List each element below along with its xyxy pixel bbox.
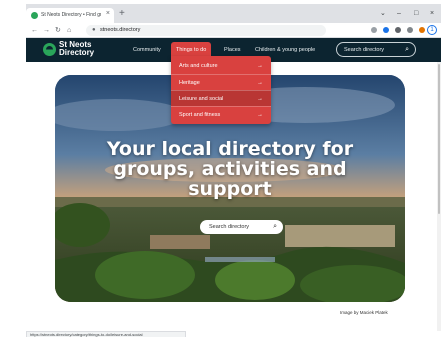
arrow-right-icon: → (257, 96, 263, 102)
tab-search-icon[interactable]: ⌄ (380, 10, 386, 18)
header-search-input[interactable]: Search directory ⌕ (336, 42, 416, 57)
share-icon[interactable] (371, 27, 377, 33)
hero-search-input[interactable]: Search directory ⌕ (200, 220, 283, 234)
page-scrollbar-thumb[interactable] (438, 64, 440, 214)
forward-button[interactable]: → (43, 26, 50, 35)
browser-status-bar: https://stneots.directory/category/thing… (26, 331, 186, 337)
dropdown-item-heritage[interactable]: Heritage → (171, 74, 271, 90)
logo-icon[interactable] (43, 43, 56, 56)
site-logo[interactable]: St Neots Directory (59, 41, 119, 57)
extension-icon[interactable] (383, 27, 389, 33)
url-text: stneots.directory (100, 27, 141, 33)
address-bar[interactable]: ● stneots.directory (86, 25, 326, 36)
things-to-do-dropdown: Arts and culture → Heritage → Leisure an… (171, 56, 271, 124)
dropdown-item-label: Heritage (179, 80, 200, 86)
browser-tab[interactable]: St Neots Directory • Find group… × (26, 8, 114, 23)
tab-close-icon[interactable]: × (106, 10, 110, 17)
dropdown-item-label: Sport and fitness (179, 112, 221, 118)
dropdown-item-arts-and-culture[interactable]: Arts and culture → (171, 58, 271, 74)
nav-children-young-people[interactable]: Children & young people (255, 46, 315, 54)
back-button[interactable]: ← (31, 26, 38, 35)
tab-title: St Neots Directory • Find group… (41, 12, 101, 18)
hero-heading-line-2: groups, activities and (113, 158, 347, 180)
hero-heading-line-3: support (188, 178, 272, 200)
nav-community[interactable]: Community (133, 46, 161, 54)
browser-tabstrip: St Neots Directory • Find group… × + ⌄ –… (26, 4, 441, 23)
account-icon[interactable] (419, 27, 425, 33)
site-favicon-icon (31, 12, 38, 19)
dropdown-item-label: Leisure and social (179, 96, 224, 102)
arrow-right-icon: → (257, 63, 263, 69)
browser-toolbar: ← → ↻ ⌂ ● stneots.directory 1 (26, 23, 441, 38)
bookmark-icon[interactable] (407, 27, 413, 33)
dropdown-item-leisure-and-social[interactable]: Leisure and social → (171, 90, 271, 106)
dropdown-item-label: Arts and culture (179, 63, 218, 69)
close-window-button[interactable]: × (430, 10, 434, 18)
arrow-right-icon: → (257, 112, 263, 118)
nav-things-to-do[interactable]: Things to do (171, 42, 212, 57)
reload-button[interactable]: ↻ (55, 26, 61, 35)
new-tab-button[interactable]: + (119, 9, 125, 19)
profile-button[interactable]: 1 (427, 25, 437, 35)
minimize-button[interactable]: – (397, 10, 401, 18)
image-credit: Image by Maciek Platek (340, 310, 388, 315)
maximize-button[interactable]: □ (414, 10, 418, 18)
header-search-placeholder: Search directory (344, 47, 385, 53)
search-icon[interactable]: ⌕ (405, 45, 409, 54)
puzzle-icon[interactable] (395, 27, 401, 33)
search-icon[interactable]: ⌕ (273, 222, 277, 231)
dropdown-item-sport-and-fitness[interactable]: Sport and fitness → (171, 106, 271, 122)
hero-heading: Your local directory for groups, activit… (75, 139, 385, 199)
status-url: https://stneots.directory/category/thing… (30, 332, 143, 337)
nav-places[interactable]: Places (224, 46, 241, 54)
lock-icon: ● (92, 27, 96, 33)
arrow-right-icon: → (257, 80, 263, 86)
hero-heading-line-1: Your local directory for (106, 138, 354, 160)
home-button[interactable]: ⌂ (67, 26, 71, 35)
logo-line-2: Directory (59, 48, 95, 57)
hero-search-placeholder: Search directory (209, 224, 250, 230)
